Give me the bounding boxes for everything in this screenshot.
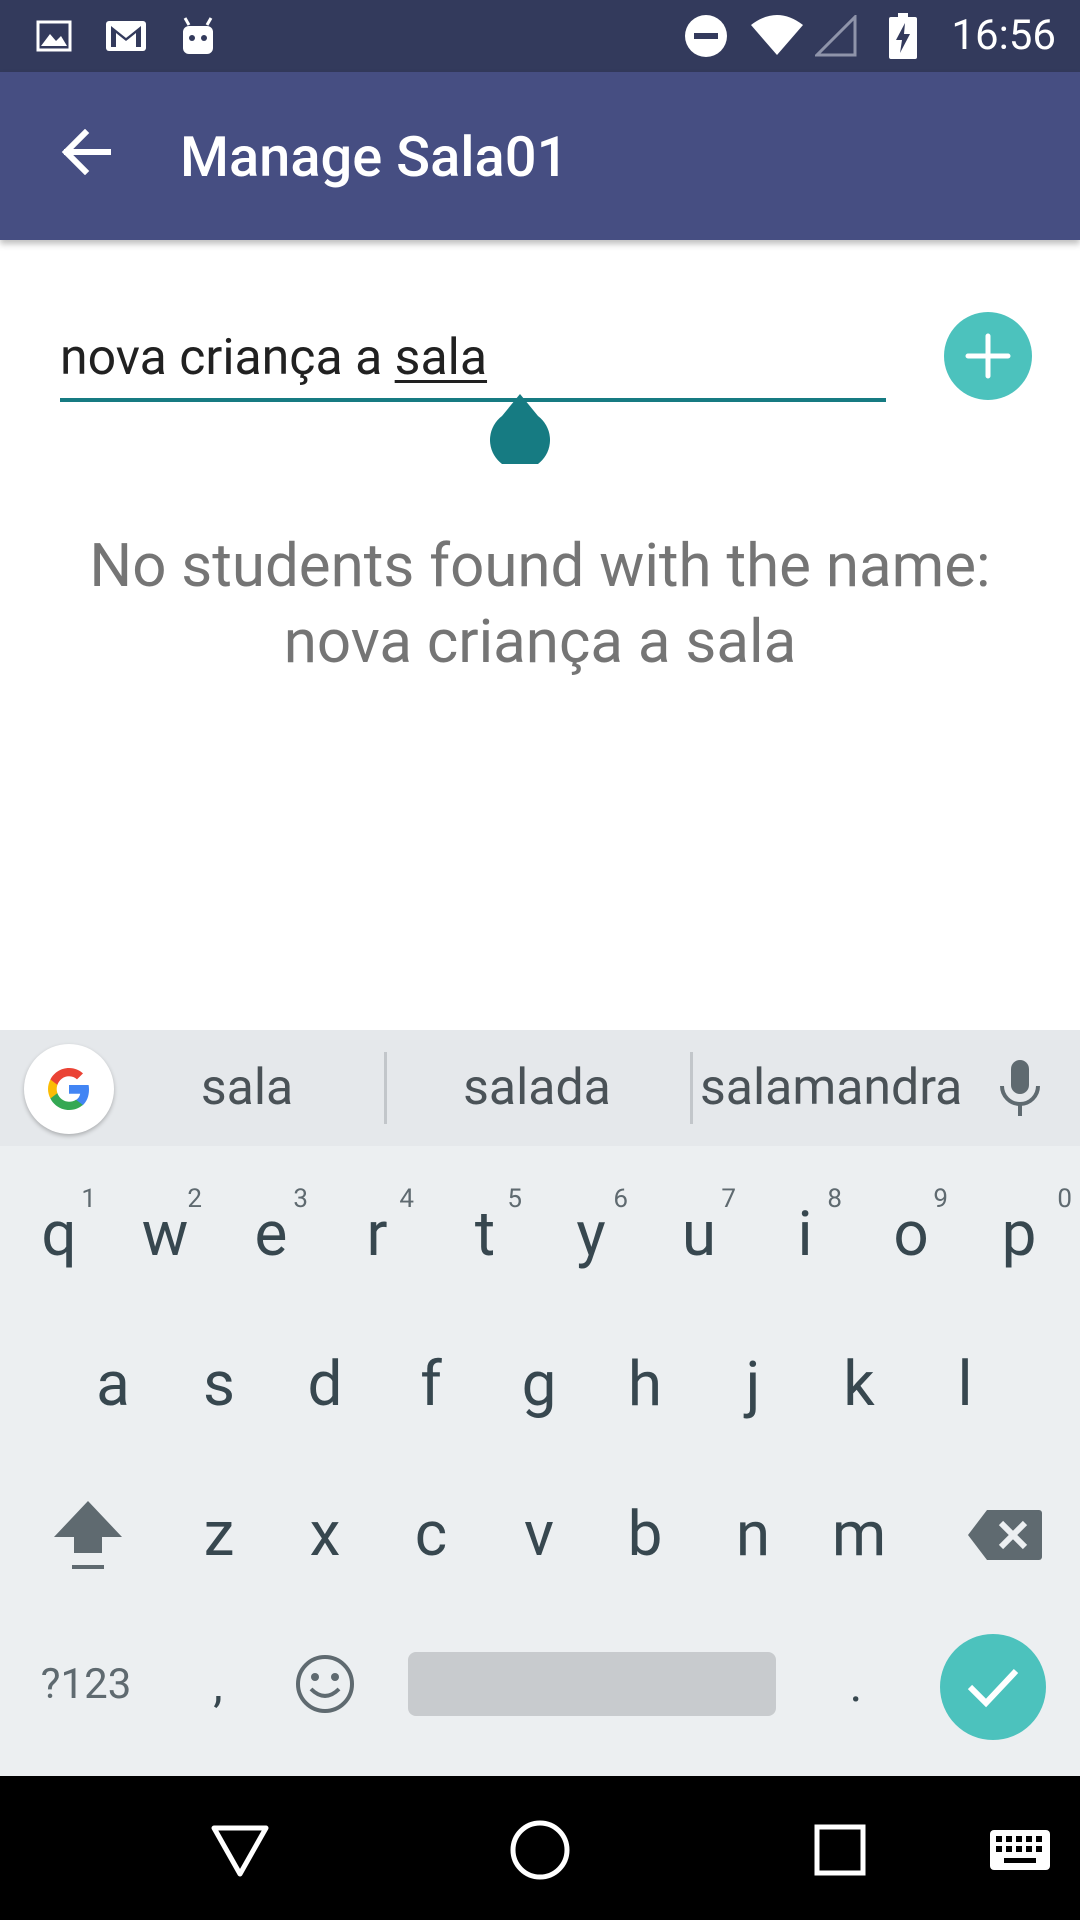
key-x[interactable]: x [272,1470,378,1600]
key-o[interactable]: o9 [858,1170,964,1300]
student-name-input-text[interactable]: nova criança a sala [60,320,487,396]
suggestion-3[interactable]: salamandra [700,1052,962,1124]
key-d[interactable]: d [272,1320,378,1450]
enter-done-key[interactable] [940,1634,1046,1740]
emoji-key[interactable] [282,1624,368,1744]
key-h[interactable]: h [592,1320,698,1450]
key-t[interactable]: t5 [432,1170,538,1300]
empty-state-message: No students found with the name: nova cr… [89,530,991,677]
home-circle-icon [510,1820,570,1880]
google-button[interactable] [24,1044,114,1134]
battery-charging-icon [888,13,918,59]
key-p[interactable]: p0 [966,1170,1072,1300]
app-bar: Manage Sala01 [0,72,1080,240]
microphone-icon [1000,1060,1040,1116]
key-u[interactable]: u7 [646,1170,752,1300]
key-label: y [576,1198,606,1271]
student-name-input[interactable]: nova criança a sala [60,320,886,402]
gmail-icon [104,14,148,58]
android-icon [178,14,218,58]
key-c[interactable]: c [378,1470,484,1600]
key-hint: 9 [933,1184,948,1214]
back-button[interactable] [46,112,126,192]
key-label: e [254,1198,288,1271]
key-hint: 2 [187,1184,202,1214]
key-i[interactable]: i8 [752,1170,858,1300]
key-label: w [141,1198,189,1271]
suggestion-2[interactable]: salada [420,1052,654,1124]
key-w[interactable]: w2 [112,1170,218,1300]
key-label: i [797,1198,813,1271]
key-hint: 1 [81,1184,96,1214]
shift-arrow-icon [54,1501,122,1569]
key-v[interactable]: v [486,1470,592,1600]
page-title: Manage Sala01 [180,124,569,190]
keyboard-switch-button[interactable] [982,1812,1058,1888]
key-z[interactable]: z [166,1470,272,1600]
image-icon [34,14,74,58]
key-label: t [474,1198,496,1271]
key-label: r [366,1198,388,1271]
suggestion-bar: sala salada salamandra [0,1030,1080,1146]
key-hint: 6 [613,1184,628,1214]
back-triangle-icon [211,1825,269,1877]
key-l[interactable]: l [912,1320,1018,1450]
key-hint: 8 [827,1184,842,1214]
input-composing-text: sala [394,329,488,387]
add-student-button[interactable] [944,312,1032,400]
key-e[interactable]: e3 [218,1170,324,1300]
checkmark-icon [967,1668,1019,1708]
do-not-disturb-icon [684,14,728,58]
suggestion-1[interactable]: sala [140,1052,354,1124]
key-j[interactable]: j [700,1320,806,1450]
key-hint: 0 [1057,1184,1072,1214]
key-hint: 5 [507,1184,522,1214]
nav-home-button[interactable] [502,1812,578,1888]
soft-keyboard: sala salada salamandra q1 w2 e3 r4 t5 y6… [0,1030,1080,1776]
keyboard-switch-icon [990,1830,1050,1870]
comma-key[interactable]: , [178,1624,258,1744]
suggestion-divider [690,1052,693,1124]
key-label: p [1001,1198,1037,1271]
suggestion-divider [384,1052,387,1124]
key-g[interactable]: g [486,1320,592,1450]
key-hint: 3 [293,1184,308,1214]
recents-square-icon [814,1824,866,1876]
key-label: u [681,1198,717,1271]
key-f[interactable]: f [378,1320,484,1450]
signal-icon [814,14,858,58]
space-key[interactable] [408,1652,776,1716]
key-r[interactable]: r4 [324,1170,430,1300]
key-label: o [893,1198,929,1271]
key-q[interactable]: q1 [6,1170,112,1300]
key-n[interactable]: n [700,1470,806,1600]
key-hint: 4 [399,1184,414,1214]
key-label: q [41,1198,77,1271]
key-hint: 7 [721,1184,736,1214]
status-bar: 16:56 [0,0,1080,72]
key-a[interactable]: a [60,1320,166,1450]
emoji-smiley-icon [296,1655,354,1713]
input-typed-text: nova criança a [60,329,395,387]
google-g-icon [48,1068,89,1110]
key-s[interactable]: s [166,1320,272,1450]
status-time: 16:56 [951,11,1056,60]
period-key[interactable]: . [816,1624,896,1744]
text-cursor-handle[interactable] [490,394,550,470]
shift-key[interactable] [40,1470,136,1600]
backspace-key[interactable] [950,1470,1060,1600]
arrow-back-icon [61,129,111,175]
nav-back-button[interactable] [202,1812,278,1888]
key-y[interactable]: y6 [538,1170,644,1300]
nav-recents-button[interactable] [802,1812,878,1888]
wifi-icon [748,14,806,58]
key-m[interactable]: m [806,1470,912,1600]
key-k[interactable]: k [806,1320,912,1450]
voice-input-button[interactable] [990,1054,1050,1124]
symbols-key[interactable]: ?123 [24,1624,148,1744]
navigation-bar [0,1776,1080,1920]
plus-icon [965,333,1011,379]
key-b[interactable]: b [592,1470,698,1600]
backspace-icon [968,1510,1042,1560]
